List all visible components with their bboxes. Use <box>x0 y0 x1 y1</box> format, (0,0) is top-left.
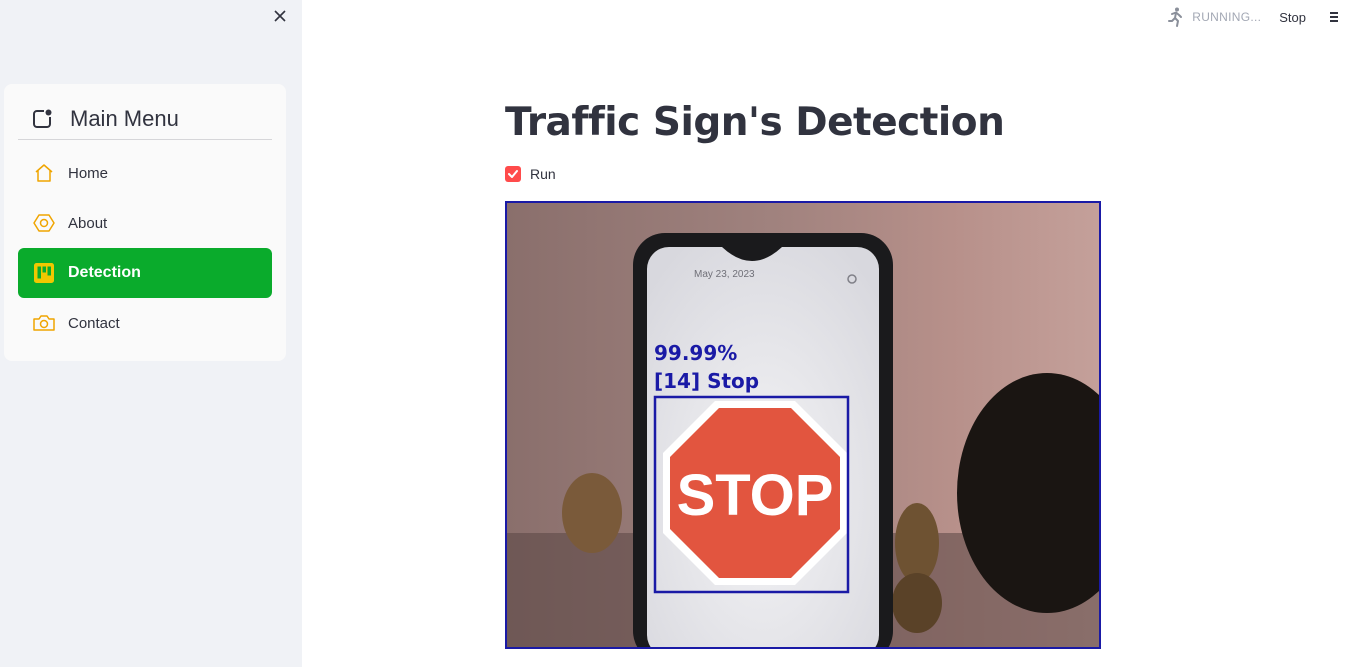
detection-class-label: [14] Stop <box>654 369 759 393</box>
confidence-label: 99.99% <box>654 341 737 365</box>
main-menu-header: Main Menu <box>18 98 272 140</box>
hamburger-icon-bar <box>1330 20 1338 22</box>
stop-sign-text: STOP <box>677 463 834 528</box>
app-status-bar: RUNNING... Stop <box>1164 5 1346 29</box>
close-icon <box>274 10 286 22</box>
main-menu-title: Main Menu <box>70 105 179 131</box>
sidebar: Main Menu Home About Detection Contact <box>0 0 302 667</box>
kanban-icon <box>34 263 54 283</box>
hexagon-icon <box>33 214 55 232</box>
menu-item-contact[interactable]: Contact <box>18 298 272 348</box>
menu-item-label: Detection <box>68 264 141 281</box>
close-sidebar-button[interactable] <box>270 6 290 26</box>
page-title: Traffic Sign's Detection <box>505 100 1005 145</box>
stop-button[interactable]: Stop <box>1279 10 1306 25</box>
camera-feed-image: May 23, 2023 99.99% [14] Stop STOP <box>507 203 1099 647</box>
menu-item-label: About <box>68 214 108 232</box>
menu-item-home[interactable]: Home <box>18 148 272 198</box>
running-person-icon <box>1168 7 1183 27</box>
menu-app-indicator-icon <box>33 109 52 128</box>
main-menu: Main Menu Home About Detection Contact <box>4 84 286 361</box>
run-checkbox[interactable]: Run <box>505 166 556 182</box>
camera-icon <box>33 315 55 331</box>
running-status-text: RUNNING... <box>1192 10 1262 24</box>
main-menu-button[interactable] <box>1330 10 1342 24</box>
video-frame: May 23, 2023 99.99% [14] Stop STOP <box>505 201 1101 649</box>
checkbox-checked-icon[interactable] <box>505 166 521 182</box>
menu-item-label: Home <box>68 164 109 182</box>
hamburger-icon-bar <box>1330 16 1338 18</box>
menu-item-about[interactable]: About <box>18 198 272 248</box>
menu-item-detection[interactable]: Detection <box>18 248 272 298</box>
phone-date-text: May 23, 2023 <box>694 269 755 280</box>
house-icon <box>35 164 53 182</box>
menu-item-label: Contact <box>68 314 120 332</box>
run-checkbox-label: Run <box>530 166 556 182</box>
hamburger-icon-bar <box>1330 12 1338 14</box>
